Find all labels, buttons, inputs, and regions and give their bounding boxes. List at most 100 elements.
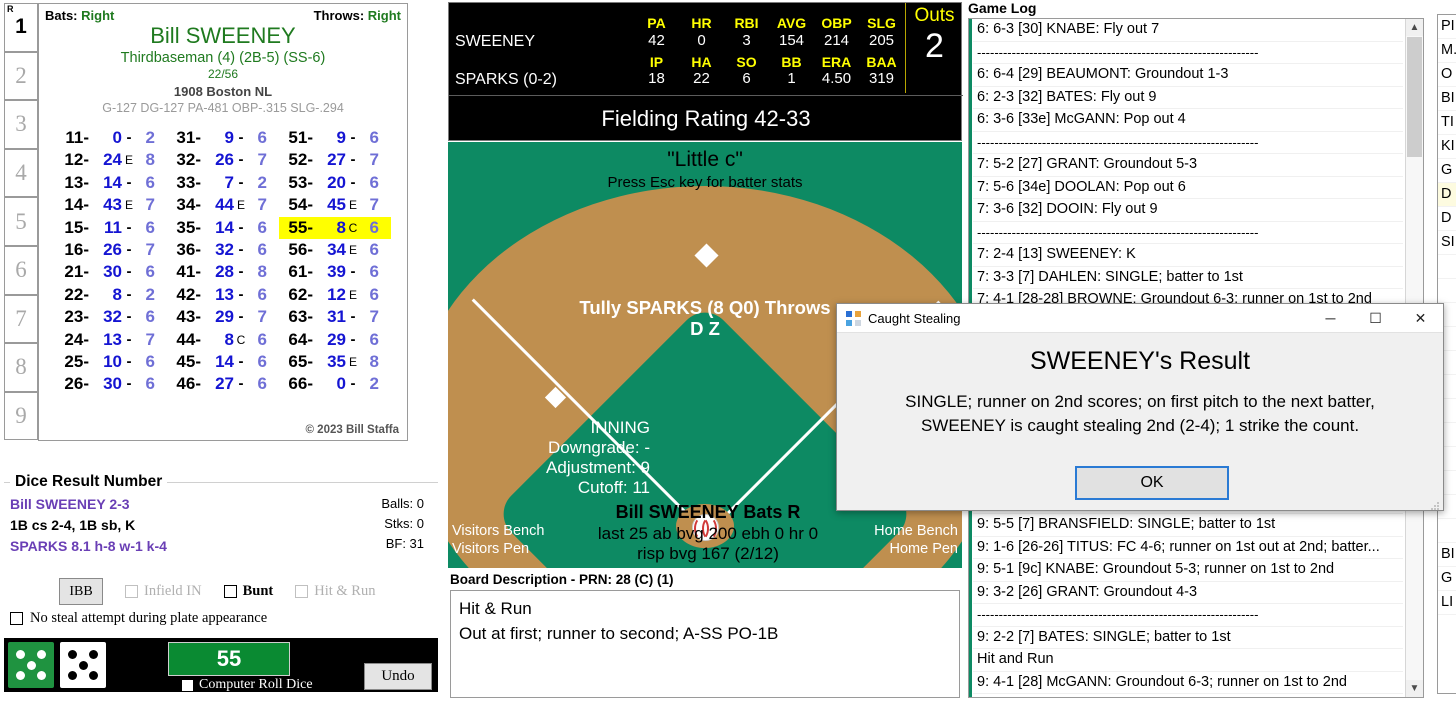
computer-roll-dice-checkbox[interactable] [182,679,193,691]
dice-table-row[interactable]: 11- 0-2 [55,127,167,149]
game-log-entry[interactable]: 7: 3-6 [32] DOOIN: Fly out 9 [973,199,1403,222]
die-green[interactable] [8,642,54,688]
order-slot-7[interactable]: 7 [4,294,38,344]
roster-list-item[interactable]: O [1438,63,1456,87]
roster-list-item[interactable]: KI [1438,135,1456,159]
game-log-entry[interactable]: 9: 2-2 [7] BATES: SINGLE; batter to 1st [973,627,1403,649]
dice-table-row[interactable]: 32- 26-7 [167,149,279,171]
dialog-close-button[interactable]: ✕ [1398,304,1443,332]
no-steal-checkbox-wrap[interactable]: No steal attempt during plate appearance [10,610,267,627]
resize-grip-icon[interactable] [1430,498,1440,510]
dialog-ok-button[interactable]: OK [1075,466,1229,500]
dice-table-row[interactable]: 65- 35 E 8 [279,351,391,373]
dice-table-row[interactable]: 22- 8-2 [55,284,167,306]
dice-table-row[interactable]: 12- 24 E 8 [55,149,167,171]
dialog-maximize-button[interactable]: ☐ [1353,304,1398,332]
game-log-entry[interactable]: 6: 6-3 [30] KNABE: Fly out 7 [973,19,1403,42]
dice-table-row[interactable]: 44- 8 C 6 [167,329,279,351]
hit-and-run-checkbox-wrap[interactable]: Hit & Run [295,583,375,600]
roster-list-item[interactable]: BI [1438,87,1456,111]
home-bench-group[interactable]: Home Bench Home Pen [874,522,958,558]
visitors-pen-link[interactable]: Visitors Pen [452,540,544,558]
game-log-entry[interactable]: 7: 5-6 [34e] DOOLAN: Pop out 6 [973,177,1403,199]
dice-table-row[interactable]: 56- 34 E 6 [279,239,391,261]
dice-table-row[interactable]: 55- 8 C 6 [279,216,391,240]
hit-and-run-checkbox[interactable] [295,585,309,598]
roster-list-item[interactable]: SI [1438,231,1456,255]
dialog-title-bar[interactable]: Caught Stealing ─ ☐ ✕ [837,304,1443,333]
no-steal-checkbox[interactable] [10,612,23,625]
dice-table-row[interactable]: 46- 27-6 [167,373,279,395]
infield-in-checkbox-wrap[interactable]: Infield IN [125,583,202,600]
roster-list-item[interactable]: LI [1438,591,1456,615]
caught-stealing-dialog[interactable]: Caught Stealing ─ ☐ ✕ SWEENEY's Result S… [836,303,1444,511]
roster-list-item[interactable] [1438,255,1456,279]
dice-table-row[interactable]: 43- 29-7 [167,306,279,328]
game-log-separator[interactable]: ----------------------------------------… [973,42,1403,64]
order-slot-5[interactable]: 5 [4,197,38,246]
game-log-entry[interactable]: 6: 2-3 [32] BATES: Fly out 9 [973,87,1403,109]
roster-list-item[interactable]: G [1438,567,1456,591]
dice-table-row[interactable]: 51- 9-6 [279,127,391,149]
roster-list-item[interactable] [1438,279,1456,303]
order-slot-3[interactable]: 3 [4,100,38,149]
game-log-entry[interactable]: 7: 5-2 [27] GRANT: Groundout 5-3 [973,154,1403,177]
order-slot-9[interactable]: 9 [4,391,38,441]
game-log-entry[interactable]: 9: 5-1 [9c] KNABE: Groundout 5-3; runner… [973,559,1403,582]
dialog-minimize-button[interactable]: ─ [1308,304,1353,332]
dice-table-row[interactable]: 31- 9-6 [167,127,279,149]
die-white[interactable] [60,642,106,688]
game-log-entry[interactable]: 6: 3-6 [33e] McGANN: Pop out 4 [973,109,1403,132]
home-pen-link[interactable]: Home Pen [874,540,958,558]
visitors-bench-link[interactable]: Visitors Bench [452,522,544,540]
order-slot-2[interactable]: 2 [4,51,38,101]
dice-table-row[interactable]: 14- 43 E 7 [55,194,167,216]
roster-list-item[interactable]: PI [1438,15,1456,39]
order-slot-1[interactable]: R1 [4,3,38,52]
dice-table-row[interactable]: 64- 29-6 [279,329,391,351]
dice-table-row[interactable]: 16- 26-7 [55,239,167,261]
order-slot-4[interactable]: 4 [4,148,38,198]
dice-table-row[interactable]: 25- 10-6 [55,351,167,373]
roster-list-item[interactable]: BI [1438,543,1456,567]
game-log-entry[interactable]: 6: 6-4 [29] BEAUMONT: Groundout 1-3 [973,64,1403,87]
infield-in-checkbox[interactable] [125,585,138,598]
dice-table-row[interactable]: 34- 44 E 7 [167,194,279,216]
game-log-entry[interactable]: 9: 1-6 [26-26] TITUS: FC 4-6; runner on … [973,537,1403,559]
dice-table-row[interactable]: 63- 31-7 [279,306,391,328]
roster-list-item[interactable]: M. [1438,39,1456,63]
dice-table-row[interactable]: 45- 14-6 [167,351,279,373]
order-slot-8[interactable]: 8 [4,343,38,392]
bunt-checkbox-wrap[interactable]: Bunt [223,583,273,600]
dice-table-row[interactable]: 35- 14-6 [167,217,279,239]
dice-table-row[interactable]: 13- 14-6 [55,172,167,194]
dice-table-row[interactable]: 33- 7-2 [167,172,279,194]
bunt-checkbox[interactable] [223,585,237,598]
game-log-entry[interactable]: 7: 3-3 [7] DAHLEN: SINGLE; batter to 1st [973,267,1403,289]
dice-table-row[interactable]: 53- 20-6 [279,172,391,194]
scrollbar-thumb[interactable] [1407,37,1422,157]
dice-table-row[interactable]: 62- 12 E 6 [279,284,391,306]
dice-table-row[interactable]: 23- 32-6 [55,306,167,328]
roster-list-item[interactable]: TI [1438,111,1456,135]
dice-table-row[interactable]: 24- 13-7 [55,329,167,351]
scroll-up-arrow-icon[interactable]: ▲ [1406,19,1423,36]
roster-list-item[interactable] [1438,519,1456,543]
dice-table-row[interactable]: 61- 39-6 [279,261,391,283]
game-log-entry[interactable]: 9: 3-2 [26] GRANT: Groundout 4-3 [973,582,1403,604]
dice-table-row[interactable]: 26- 30-6 [55,373,167,395]
roster-list-item[interactable]: D [1438,207,1456,231]
dice-table-row[interactable]: 41- 28-8 [167,261,279,283]
dice-table-row[interactable]: 36- 32-6 [167,239,279,261]
dice-table-row[interactable]: 54- 45 E 7 [279,194,391,216]
dice-table-row[interactable]: 15- 11-6 [55,217,167,239]
undo-button[interactable]: Undo [364,663,432,690]
visitors-bench-group[interactable]: Visitors Bench Visitors Pen [452,522,544,558]
game-log-separator[interactable]: ----------------------------------------… [973,222,1403,244]
dice-table-row[interactable]: 21- 30-6 [55,261,167,283]
game-log-entry[interactable]: Hit and Run [973,649,1403,672]
game-log-separator[interactable]: ----------------------------------------… [973,132,1403,154]
dice-table-row[interactable]: 66- 0-2 [279,373,391,395]
scroll-down-arrow-icon[interactable]: ▼ [1406,680,1423,697]
roster-list-item[interactable]: D [1438,183,1456,207]
